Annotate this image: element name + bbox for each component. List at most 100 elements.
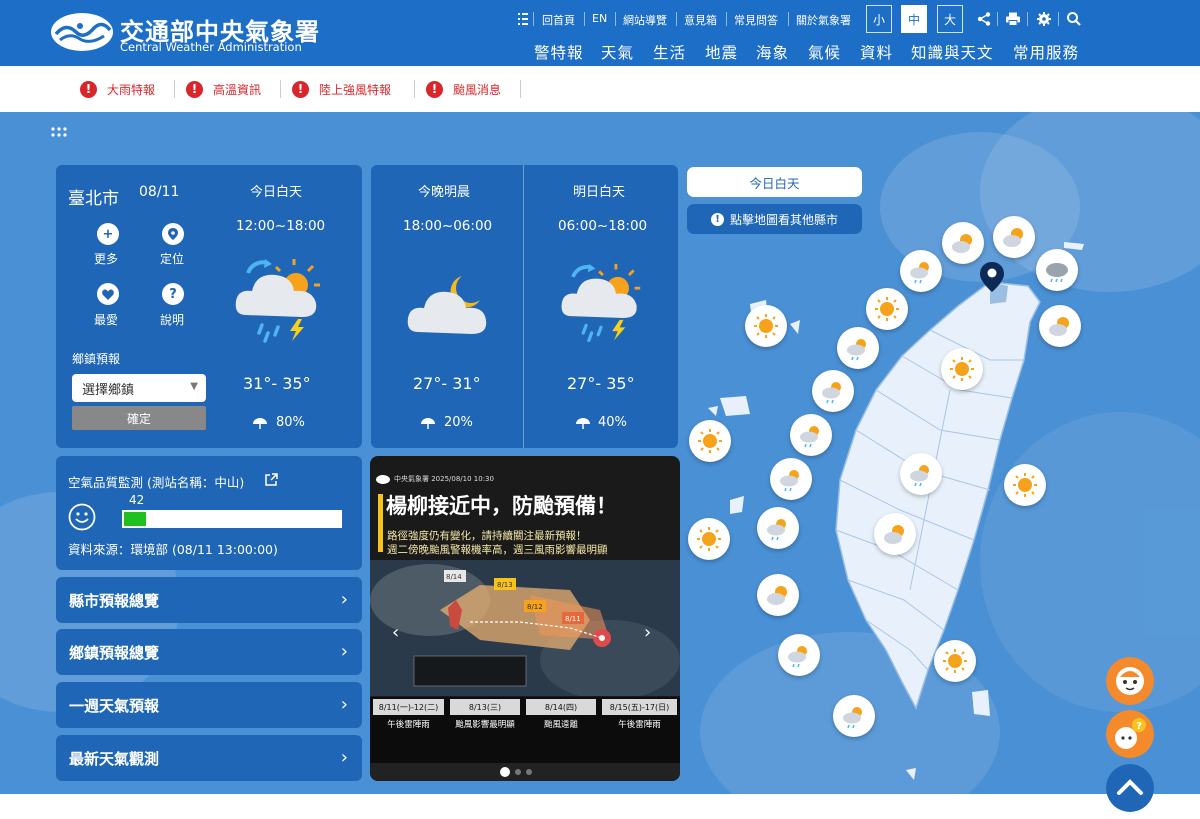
alert-heavy-rain[interactable]: ! 大雨特報 <box>80 79 155 99</box>
city-weather-marker[interactable] <box>688 518 730 560</box>
nav-earthquake[interactable]: 地震 <box>705 41 738 63</box>
nav-weather[interactable]: 天氣 <box>601 41 634 63</box>
font-size-medium-button[interactable]: 中 <box>901 5 927 33</box>
nav-warnings[interactable]: 警特報 <box>534 41 584 63</box>
township-forecast-overview-button[interactable]: 鄉鎮預報總覽 › <box>56 629 362 675</box>
help-label[interactable]: 說明 <box>160 311 184 328</box>
track-date-label: 8/12 <box>527 603 543 611</box>
nav-common-services[interactable]: 常用服務 <box>1013 41 1079 63</box>
carousel-dot[interactable] <box>526 769 532 775</box>
city-weather-marker[interactable] <box>790 414 832 456</box>
nav-knowledge-astronomy[interactable]: 知識與天文 <box>911 41 994 63</box>
air-quality-source: 資料來源：環境部 (08/11 13:00:00) <box>68 542 278 557</box>
city-weather-marker[interactable] <box>689 420 731 462</box>
city-weather-marker[interactable] <box>1039 305 1081 347</box>
external-link-icon[interactable] <box>265 473 278 486</box>
city-weather-marker[interactable] <box>993 216 1035 258</box>
aqi-bar-fill <box>124 512 146 526</box>
sitemap-menu-icon[interactable] <box>518 13 528 25</box>
selected-location-pin-icon[interactable] <box>980 262 1004 292</box>
back-to-top-icon[interactable] <box>1106 764 1154 812</box>
about-link[interactable]: 關於氣象署 <box>796 12 851 28</box>
help-mascot-icon[interactable]: ? <box>1106 710 1154 758</box>
city-weather-marker[interactable] <box>833 695 875 737</box>
partly-cloudy-rain-icon <box>780 470 799 492</box>
day-summary: 颱風影響最明顯 <box>455 720 515 730</box>
location-pin-icon[interactable] <box>162 223 184 245</box>
day-summary: 颱風遠離 <box>543 720 578 730</box>
help-question-icon[interactable]: ? <box>162 283 184 305</box>
nav-climate[interactable]: 氣候 <box>808 41 841 63</box>
city-weather-marker[interactable] <box>837 327 879 369</box>
site-header: 交通部中央氣象署 Central Weather Administration … <box>0 0 1200 66</box>
latest-observation-button[interactable]: 最新天氣觀測 › <box>56 735 362 781</box>
alert-label: 大雨特報 <box>107 82 156 97</box>
sunny-icon <box>1013 473 1037 497</box>
city-weather-marker[interactable] <box>745 305 787 347</box>
carousel-next-icon[interactable]: › <box>644 622 651 643</box>
city-weather-marker[interactable] <box>874 513 916 555</box>
sunny-icon <box>943 649 967 673</box>
font-size-small-button[interactable]: 小 <box>866 5 892 33</box>
alert-label: 高溫資訊 <box>213 82 262 97</box>
site-guide-link[interactable]: 網站導覽 <box>623 12 667 28</box>
city-weather-marker[interactable] <box>812 370 854 412</box>
air-quality-title[interactable]: 空氣品質監測 (測站名稱：中山) <box>68 472 244 491</box>
site-logo[interactable]: 交通部中央氣象署 Central Weather Administration <box>50 10 319 56</box>
city-weather-marker[interactable] <box>757 574 799 616</box>
day-summary: 午後雷陣雨 <box>618 720 661 730</box>
partly-cloudy-thunderstorm-icon <box>235 259 320 343</box>
settings-gear-icon[interactable] <box>1036 11 1052 27</box>
nav-ocean[interactable]: 海象 <box>756 41 789 63</box>
alert-label: 颱風消息 <box>453 82 502 97</box>
partly-cloudy-icon <box>884 525 904 544</box>
font-size-large-button[interactable]: 大 <box>937 5 963 33</box>
city-weather-marker[interactable] <box>1004 464 1046 506</box>
grid-menu-icon[interactable] <box>51 127 67 141</box>
english-link[interactable]: EN <box>592 12 607 25</box>
carousel-prev-icon[interactable]: ‹ <box>392 622 399 643</box>
carousel-dot-active[interactable] <box>500 767 510 777</box>
share-icon[interactable] <box>976 11 992 27</box>
township-confirm-button[interactable]: 確定 <box>72 406 206 430</box>
township-select[interactable]: 選擇鄉鎮 ▼ <box>72 374 206 402</box>
more-label[interactable]: 更多 <box>94 250 118 267</box>
home-link[interactable]: 回首頁 <box>542 12 575 28</box>
city-weather-marker[interactable] <box>900 250 942 292</box>
city-weather-marker[interactable] <box>1036 249 1078 291</box>
city-weather-marker[interactable] <box>934 640 976 682</box>
umbrella-icon <box>576 418 590 429</box>
forecast-temp-today: 31°- 35° <box>243 374 311 393</box>
alert-icon: ! <box>186 80 203 98</box>
partly-cloudy-rain-icon <box>843 707 862 729</box>
nav-life[interactable]: 生活 <box>653 41 686 63</box>
alert-high-temp[interactable]: ! 高溫資訊 <box>186 79 261 99</box>
locate-label[interactable]: 定位 <box>160 250 184 267</box>
city-weather-marker[interactable] <box>770 458 812 500</box>
city-weather-marker[interactable] <box>866 288 908 330</box>
city-weather-marker[interactable] <box>941 348 983 390</box>
nav-data[interactable]: 資料 <box>860 41 893 63</box>
print-icon[interactable] <box>1005 11 1021 27</box>
faq-link[interactable]: 常見問答 <box>734 12 778 28</box>
feedback-link[interactable]: 意見箱 <box>684 12 717 28</box>
city-weather-marker[interactable] <box>757 507 799 549</box>
mascot-assistant-icon[interactable] <box>1106 657 1154 705</box>
carousel-dot[interactable] <box>515 769 521 775</box>
favorite-label[interactable]: 最愛 <box>94 311 118 328</box>
favorite-heart-icon[interactable] <box>97 283 119 305</box>
city-weather-marker[interactable] <box>778 634 820 676</box>
weekly-forecast-button[interactable]: 一週天氣預報 › <box>56 682 362 728</box>
partly-cloudy-rain-icon <box>788 646 807 668</box>
alert-strong-wind[interactable]: ! 陸上強風特報 <box>292 79 391 99</box>
forecast-temp-tomorrow: 27°- 35° <box>567 374 635 393</box>
alert-icon: ! <box>80 80 97 98</box>
typhoon-news-carousel[interactable]: 中央氣象署 2025/08/10 10:30 楊柳接近中，防颱預備！ 路徑強度仍… <box>370 456 680 781</box>
map-period-tab[interactable]: 今日白天 <box>687 167 862 197</box>
county-forecast-overview-button[interactable]: 縣市預報總覽 › <box>56 577 362 623</box>
city-weather-marker[interactable] <box>900 453 942 495</box>
search-icon[interactable] <box>1066 11 1082 27</box>
city-weather-marker[interactable] <box>942 222 984 264</box>
more-plus-icon[interactable]: + <box>97 223 119 245</box>
alert-typhoon[interactable]: ! 颱風消息 <box>426 79 501 99</box>
